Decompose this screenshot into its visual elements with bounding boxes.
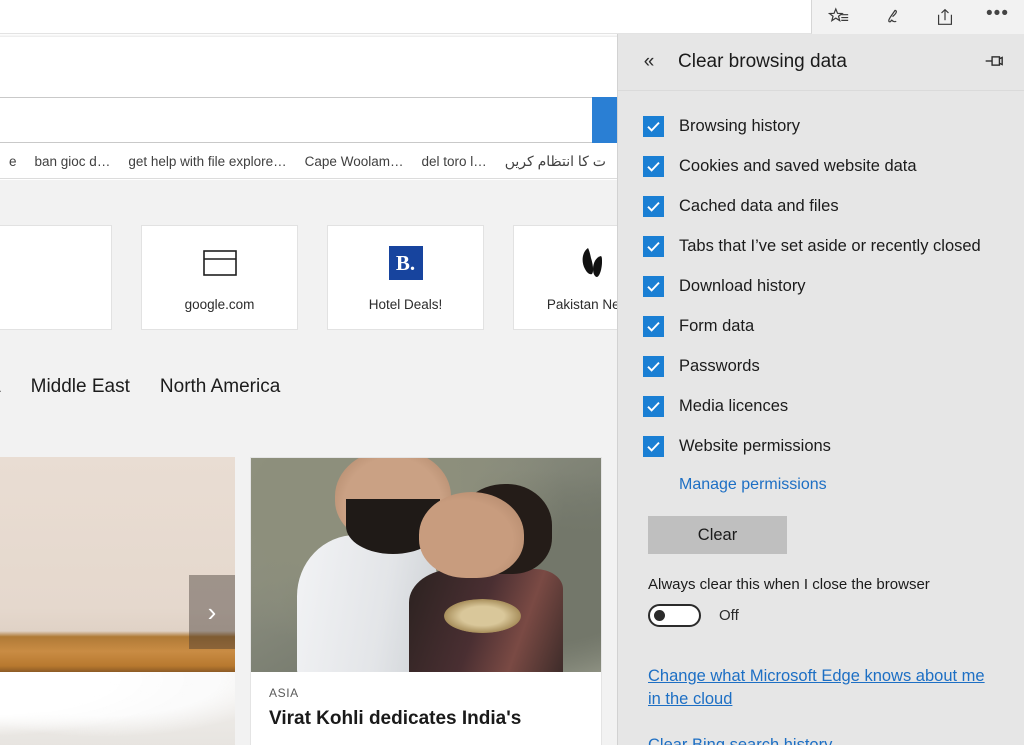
- photo-shape: [443, 599, 521, 634]
- clear-browsing-data-panel: « Clear browsing data Browsing history C…: [617, 34, 1024, 745]
- site-tile-hotel-deals[interactable]: B. Hotel Deals!: [327, 225, 484, 330]
- browser-toolbar: •••: [812, 0, 1024, 34]
- favorite-item[interactable]: ت کا انتظام کریں: [496, 153, 615, 170]
- news-card-image: [251, 458, 601, 672]
- checkbox-checked-icon[interactable]: [643, 275, 664, 297]
- back-icon[interactable]: «: [626, 39, 672, 85]
- checkbox-checked-icon[interactable]: [643, 355, 664, 377]
- new-tab-page: google.com B. Hotel Deals! Pakistan Ne M…: [0, 180, 617, 745]
- search-go-button[interactable]: [592, 97, 617, 143]
- toggle-state-label: Off: [719, 607, 739, 624]
- checkbox-row-passwords[interactable]: Passwords: [618, 346, 1024, 386]
- booking-b-glyph: B.: [388, 246, 423, 280]
- news-card[interactable]: ASIA Virat Kohli dedicates India's: [250, 457, 602, 745]
- checkbox-label: Download history: [679, 276, 806, 295]
- news-nav-item[interactable]: North America: [160, 376, 280, 398]
- news-headline: Virat Kohli dedicates India's: [269, 708, 522, 729]
- checkbox-row-download-history[interactable]: Download history: [618, 266, 1024, 306]
- checkbox-row-cached-data[interactable]: Cached data and files: [618, 186, 1024, 226]
- top-sites-tiles: google.com B. Hotel Deals! Pakistan Ne: [0, 225, 617, 330]
- checkbox-row-website-permissions[interactable]: Website permissions: [618, 426, 1024, 466]
- change-what-edge-knows-link[interactable]: Change what Microsoft Edge knows about m…: [648, 665, 1000, 712]
- carousel-next-icon[interactable]: ›: [189, 575, 235, 649]
- address-bar-zone[interactable]: [0, 37, 617, 95]
- clear-bing-search-history-link[interactable]: Clear Bing search history: [648, 734, 1000, 745]
- site-tile-label: google.com: [184, 297, 255, 312]
- site-tile-label: Hotel Deals!: [368, 297, 443, 312]
- news-region-nav: rica Middle East North America: [0, 376, 280, 398]
- checkbox-checked-icon[interactable]: [643, 235, 664, 257]
- manage-permissions-link[interactable]: Manage permissions: [679, 476, 827, 494]
- web-notes-icon[interactable]: [872, 2, 912, 32]
- hub-favorites-icon[interactable]: [819, 2, 859, 32]
- toggle-knob: [654, 610, 665, 621]
- manage-permissions-row: Manage permissions: [618, 467, 1024, 503]
- site-tile-label: Pakistan News: [546, 297, 617, 312]
- checkbox-label: Website permissions: [679, 436, 831, 455]
- more-icon[interactable]: •••: [978, 2, 1018, 32]
- always-clear-toggle-row: Off: [648, 604, 1024, 627]
- panel-body: Browsing history Cookies and saved websi…: [618, 91, 1024, 745]
- checkbox-checked-icon[interactable]: [643, 395, 664, 417]
- checkbox-label: Tabs that I’ve set aside or recently clo…: [679, 236, 981, 255]
- checkbox-checked-icon[interactable]: [643, 115, 664, 137]
- checkbox-row-browsing-history[interactable]: Browsing history: [618, 106, 1024, 146]
- panel-bottom-links: Change what Microsoft Edge knows about m…: [648, 665, 1000, 745]
- site-tile-pakistan-news[interactable]: Pakistan News: [513, 225, 617, 330]
- favorite-item[interactable]: e: [0, 154, 26, 169]
- hotel-bed-pillows: [0, 671, 235, 745]
- checkbox-checked-icon[interactable]: [643, 435, 664, 457]
- checkbox-label: Cookies and saved website data: [679, 156, 917, 175]
- favorite-item[interactable]: ban gioc d…: [26, 154, 120, 169]
- site-tile-google[interactable]: google.com: [141, 225, 298, 330]
- browser-chrome-top: •••: [0, 0, 1024, 34]
- checkbox-row-tabs-set-aside[interactable]: Tabs that I’ve set aside or recently clo…: [618, 226, 1024, 266]
- always-clear-toggle[interactable]: [648, 604, 701, 627]
- checkbox-label: Form data: [679, 316, 755, 335]
- panel-header: « Clear browsing data: [618, 34, 1024, 91]
- clear-button[interactable]: Clear: [648, 516, 787, 554]
- favorite-item[interactable]: get help with file explore…: [119, 154, 295, 169]
- news-nav-item[interactable]: Middle East: [31, 376, 130, 398]
- more-dots: •••: [986, 3, 1009, 24]
- news-nav-item[interactable]: rica: [0, 376, 1, 398]
- tab-strip[interactable]: [0, 0, 812, 34]
- site-tile[interactable]: [0, 225, 112, 330]
- checkbox-label: Cached data and files: [679, 196, 839, 215]
- checkbox-checked-icon[interactable]: [643, 315, 664, 337]
- msn-butterfly-icon: [574, 243, 610, 283]
- share-icon[interactable]: [925, 2, 965, 32]
- news-card-meta: ASIA Virat Kohli dedicates India's: [251, 672, 601, 731]
- checkbox-label: Passwords: [679, 356, 760, 375]
- checkbox-row-form-data[interactable]: Form data: [618, 306, 1024, 346]
- favorite-item[interactable]: Cape Woolam…: [296, 154, 413, 169]
- browser-window-icon: [202, 243, 238, 283]
- booking-b-icon: B.: [388, 243, 423, 283]
- photo-shape: [419, 492, 524, 578]
- favorite-item[interactable]: del toro l…: [412, 154, 495, 169]
- news-cards-row: › ASIA Virat Kohli dedicates India's: [0, 457, 602, 745]
- checkbox-checked-icon[interactable]: [643, 155, 664, 177]
- checkbox-label: Media licences: [679, 396, 789, 415]
- screen: ••• e ban gioc d… get help with file exp…: [0, 0, 1024, 745]
- news-category: ASIA: [269, 686, 299, 700]
- pin-icon[interactable]: [972, 40, 1014, 82]
- always-clear-label: Always clear this when I close the brows…: [648, 576, 930, 593]
- checkbox-label: Browsing history: [679, 116, 801, 135]
- search-input[interactable]: [0, 97, 592, 143]
- checkbox-row-media-licences[interactable]: Media licences: [618, 386, 1024, 426]
- checkbox-row-cookies[interactable]: Cookies and saved website data: [618, 146, 1024, 186]
- checkbox-checked-icon[interactable]: [643, 195, 664, 217]
- favorites-bar: e ban gioc d… get help with file explore…: [0, 144, 617, 179]
- hotel-promo-card[interactable]: ›: [0, 457, 235, 745]
- panel-title: Clear browsing data: [678, 51, 847, 72]
